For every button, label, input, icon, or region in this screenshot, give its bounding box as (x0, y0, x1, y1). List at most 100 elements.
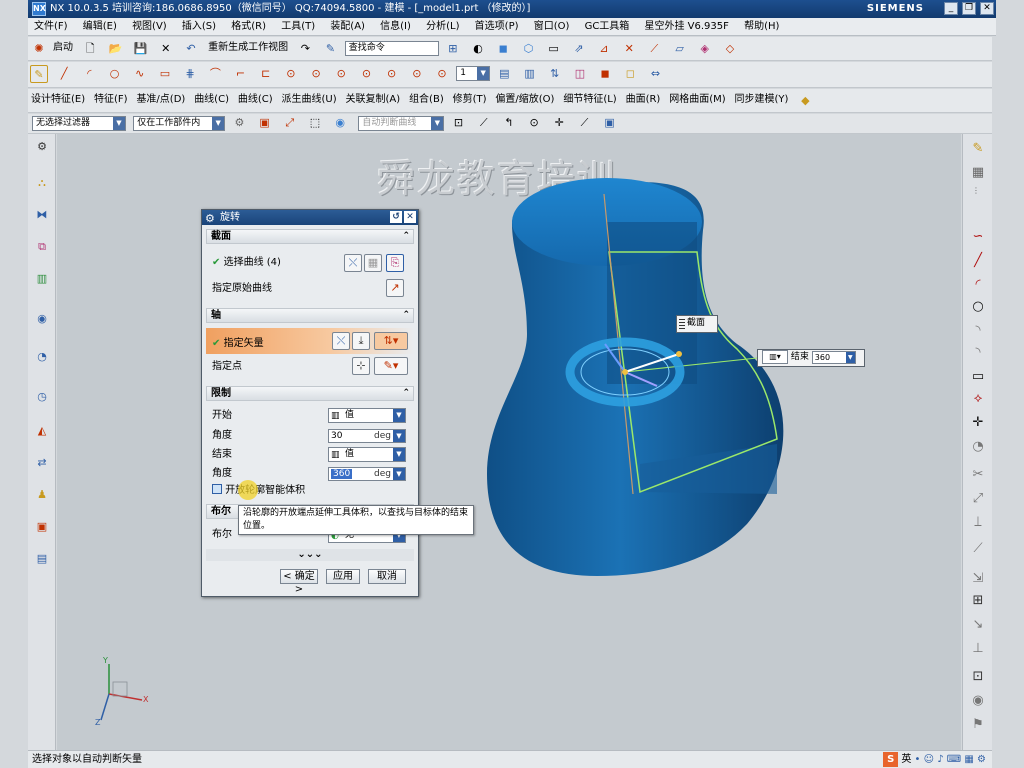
curve-menu-2[interactable]: 曲线(C) (235, 89, 276, 111)
new-file-icon[interactable]: 🗋 (81, 40, 99, 58)
object-display-icon[interactable]: ◻ (621, 65, 639, 83)
point-icon[interactable]: ✕ (620, 40, 638, 58)
menu-analysis[interactable]: 分析(L) (420, 18, 465, 36)
origin-curve-button[interactable]: ↗ (386, 279, 404, 297)
constraint-a-icon[interactable]: ⊙ (282, 65, 300, 83)
assembly-navigator-icon[interactable]: ⛬ (33, 174, 51, 192)
layer-settings-icon[interactable]: ▤ (495, 65, 513, 83)
document-icon[interactable]: ▤ (33, 550, 51, 568)
reverse-direction-button[interactable]: ⤬ (332, 332, 350, 350)
reuse-library-icon[interactable]: ▥ (33, 270, 51, 288)
combine-menu[interactable]: 组合(B) (406, 89, 447, 111)
more-options-toggle[interactable]: ⌄⌄⌄ (206, 549, 414, 561)
feature-menu[interactable]: 特征(F) (91, 89, 131, 111)
circle-tool-icon[interactable]: ○ (969, 298, 987, 316)
midpoint-icon[interactable]: ↰ (500, 114, 518, 132)
apply-button[interactable]: 应用 (326, 569, 360, 584)
menu-help[interactable]: 帮助(H) (738, 18, 785, 36)
menu-view[interactable]: 视图(V) (126, 18, 173, 36)
curve-rule-select[interactable]: 自动判断曲线 ▼ (358, 116, 445, 131)
vector-type-dropdown[interactable]: ⇅▾ (374, 332, 408, 350)
gear-icon[interactable]: ⚙ (33, 138, 51, 156)
snap-point-icon[interactable]: ⊡ (450, 114, 468, 132)
close-window-button[interactable]: ✕ (980, 2, 994, 15)
menu-plugin[interactable]: 星空外挂 V6.935F (639, 18, 735, 36)
clock-icon[interactable]: ◷ (33, 388, 51, 406)
menu-preferences[interactable]: 首选项(P) (469, 18, 525, 36)
copy-layer-icon[interactable]: ◫ (571, 65, 589, 83)
point-tool-icon[interactable]: ✛ (969, 414, 987, 432)
quadrant-icon[interactable]: ▣ (601, 114, 619, 132)
mesh-surface-menu[interactable]: 网格曲面(M) (666, 89, 728, 111)
offset-scale-menu[interactable]: 偏置/缩放(O) (492, 89, 557, 111)
section-group-header[interactable]: 截面 ⌃ (206, 229, 414, 244)
open-profile-row[interactable]: 开放轮廓智能体积 (212, 484, 305, 498)
fillet-tool-icon[interactable]: ◝ (969, 322, 987, 340)
spline-icon[interactable]: ∿ (131, 65, 149, 83)
ellipse-tool-icon[interactable]: ◔ (969, 438, 987, 456)
mirror-tool-icon[interactable]: ⟋ (969, 540, 987, 558)
axis-group-header[interactable]: 轴 ⌃ (206, 308, 414, 323)
profile-icon[interactable]: ∽ (969, 228, 987, 246)
sync-modeling-menu[interactable]: 同步建模(Y) (732, 89, 792, 111)
axis-icon[interactable]: ⟋ (645, 40, 663, 58)
constraint-tool-icon[interactable]: ⊥ (969, 640, 987, 658)
dimension-tool-icon[interactable]: ↘ (969, 616, 987, 634)
chamfer-icon[interactable]: ⌐ (232, 65, 250, 83)
corner-tool-icon[interactable]: ⟘ (969, 514, 987, 532)
sketch-icon[interactable]: ✎ (30, 65, 48, 83)
curve-rule-button[interactable]: ⤬ (344, 254, 362, 272)
command-search-input[interactable]: 查找命令 (344, 41, 439, 56)
assembly-scope-select[interactable]: 仅在工作部件内 ▼ (133, 116, 226, 131)
cancel-button[interactable]: 取消 (368, 569, 406, 584)
detail-feature-menu[interactable]: 细节特征(L) (560, 89, 619, 111)
deselect-icon[interactable]: ⤢ (281, 114, 299, 132)
select-curve-row[interactable]: ✔ 选择曲线 (4) (212, 256, 281, 270)
print-icon[interactable]: ▣ (33, 518, 51, 536)
delete-icon[interactable]: ✕ (157, 40, 175, 58)
orient-view-icon[interactable]: ◐ (469, 40, 487, 58)
circle-icon[interactable]: ○ (106, 65, 124, 83)
constraint-b-icon[interactable]: ⊙ (307, 65, 325, 83)
redo-icon[interactable]: ↷ (296, 40, 314, 58)
shaded-cube-icon[interactable]: ◼ (494, 40, 512, 58)
menu-window[interactable]: 窗口(O) (528, 18, 576, 36)
csys-icon[interactable]: ⊿ (595, 40, 613, 58)
open-profile-checkbox[interactable] (212, 484, 222, 494)
history-icon[interactable]: ◔ (33, 348, 51, 366)
offset-curve-icon[interactable]: ⋕ (181, 65, 199, 83)
rectangle-tool-icon[interactable]: ▭ (969, 368, 987, 386)
constraint-g-icon[interactable]: ⊙ (433, 65, 451, 83)
end-option-select[interactable]: ▥ 值 ▼ (328, 447, 406, 462)
hide-icon[interactable]: ▱ (671, 40, 689, 58)
rectangle-icon[interactable]: ▭ (156, 65, 174, 83)
surface-icon[interactable]: ◈ (696, 40, 714, 58)
background-icon[interactable]: ▭ (545, 40, 563, 58)
select-curve-button[interactable]: ⎘ (386, 254, 404, 272)
select-all-icon[interactable]: ▣ (256, 114, 274, 132)
trim-tool-icon[interactable]: ✂ (969, 466, 987, 484)
datum-menu[interactable]: 基准/点(D) (133, 89, 188, 111)
close-dialog-button[interactable]: ✕ (404, 211, 416, 223)
intersection-icon[interactable]: ✛ (550, 114, 568, 132)
rectangle-select-icon[interactable]: ⬚ (306, 114, 324, 132)
specify-vector-row[interactable]: ✔ 指定矢量 ⤬ ⤓ ⇅▾ (206, 328, 414, 354)
polygon-tool-icon[interactable]: ⟡ (969, 390, 987, 408)
menu-file[interactable]: 文件(F) (28, 18, 74, 36)
arc-icon[interactable]: ◜ (80, 65, 98, 83)
extra-tools-icon[interactable]: ◆ (796, 92, 814, 110)
layer-visible-icon[interactable]: ▥ (521, 65, 539, 83)
process-studio-icon[interactable]: ⇄ (33, 454, 51, 472)
derived-curve-menu[interactable]: 派生曲线(U) (279, 89, 340, 111)
trim-menu[interactable]: 修剪(T) (450, 89, 490, 111)
fillet-icon[interactable]: ⌒ (206, 65, 224, 83)
associative-copy-menu[interactable]: 关联复制(A) (343, 89, 404, 111)
static-wireframe-icon[interactable]: ⬡ (519, 40, 537, 58)
web-browser-icon[interactable]: ◉ (33, 310, 51, 328)
sketch-task-icon[interactable]: ✎ (969, 140, 987, 158)
axis-origin-point[interactable] (622, 369, 628, 375)
line-icon[interactable]: ╱ (55, 65, 73, 83)
part-navigator-icon[interactable]: ⧉ (33, 238, 51, 256)
snap-icon[interactable]: ◇ (721, 40, 739, 58)
point-type-dropdown[interactable]: ✎▾ (374, 357, 408, 375)
